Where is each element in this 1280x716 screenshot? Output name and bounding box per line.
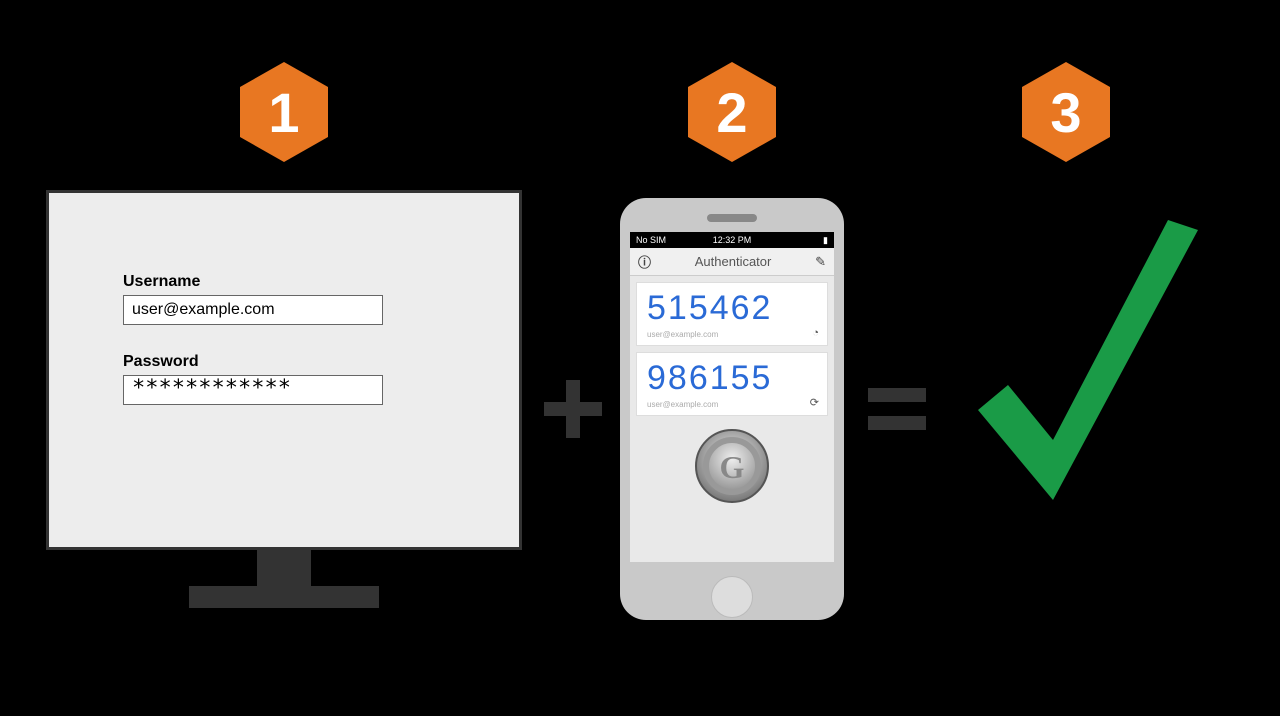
authenticator-logo: G [694, 428, 770, 504]
monitor-stand-base [189, 586, 379, 608]
step-number: 1 [268, 80, 299, 145]
otp-code: 986155 [647, 359, 817, 398]
username-label: Username [123, 273, 459, 291]
equals-icon [868, 388, 926, 430]
status-time: 12:32 PM [630, 235, 834, 245]
username-input[interactable]: user@example.com [123, 295, 383, 325]
otp-account: user@example.com [647, 330, 817, 339]
checkmark-icon [958, 200, 1218, 540]
phone-screen: No SIM 12:32 PM ▮ ⓘ Authenticator ✎ 5154… [630, 232, 834, 562]
phone-home-button[interactable] [711, 576, 753, 618]
otp-code: 515462 [647, 289, 817, 328]
otp-account: user@example.com [647, 400, 817, 409]
edit-icon[interactable]: ✎ [815, 254, 826, 270]
phone-device: No SIM 12:32 PM ▮ ⓘ Authenticator ✎ 5154… [620, 198, 844, 620]
step-badge-2: 2 [688, 62, 776, 162]
phone-speaker [707, 214, 757, 222]
step-number: 3 [1050, 80, 1081, 145]
password-label: Password [123, 353, 459, 371]
monitor-stand-neck [257, 550, 311, 586]
app-toolbar: ⓘ Authenticator ✎ [630, 248, 834, 276]
svg-text:G: G [720, 449, 745, 485]
refresh-icon: ⟳ [810, 396, 819, 409]
phone-status-bar: No SIM 12:32 PM ▮ [630, 232, 834, 248]
plus-icon [544, 380, 602, 438]
timer-icon: ◔ [812, 327, 819, 339]
step-badge-1: 1 [240, 62, 328, 162]
login-form: Username user@example.com Password *****… [49, 193, 519, 405]
desktop-monitor: Username user@example.com Password *****… [46, 190, 522, 608]
step-number: 2 [716, 80, 747, 145]
password-input[interactable]: ************ [123, 375, 383, 405]
info-icon[interactable]: ⓘ [638, 252, 651, 271]
otp-card[interactable]: 986155 user@example.com ⟳ [636, 352, 828, 416]
step-badge-3: 3 [1022, 62, 1110, 162]
otp-card[interactable]: 515462 user@example.com ◔ [636, 282, 828, 346]
app-title: Authenticator [651, 254, 815, 269]
monitor-screen: Username user@example.com Password *****… [46, 190, 522, 550]
